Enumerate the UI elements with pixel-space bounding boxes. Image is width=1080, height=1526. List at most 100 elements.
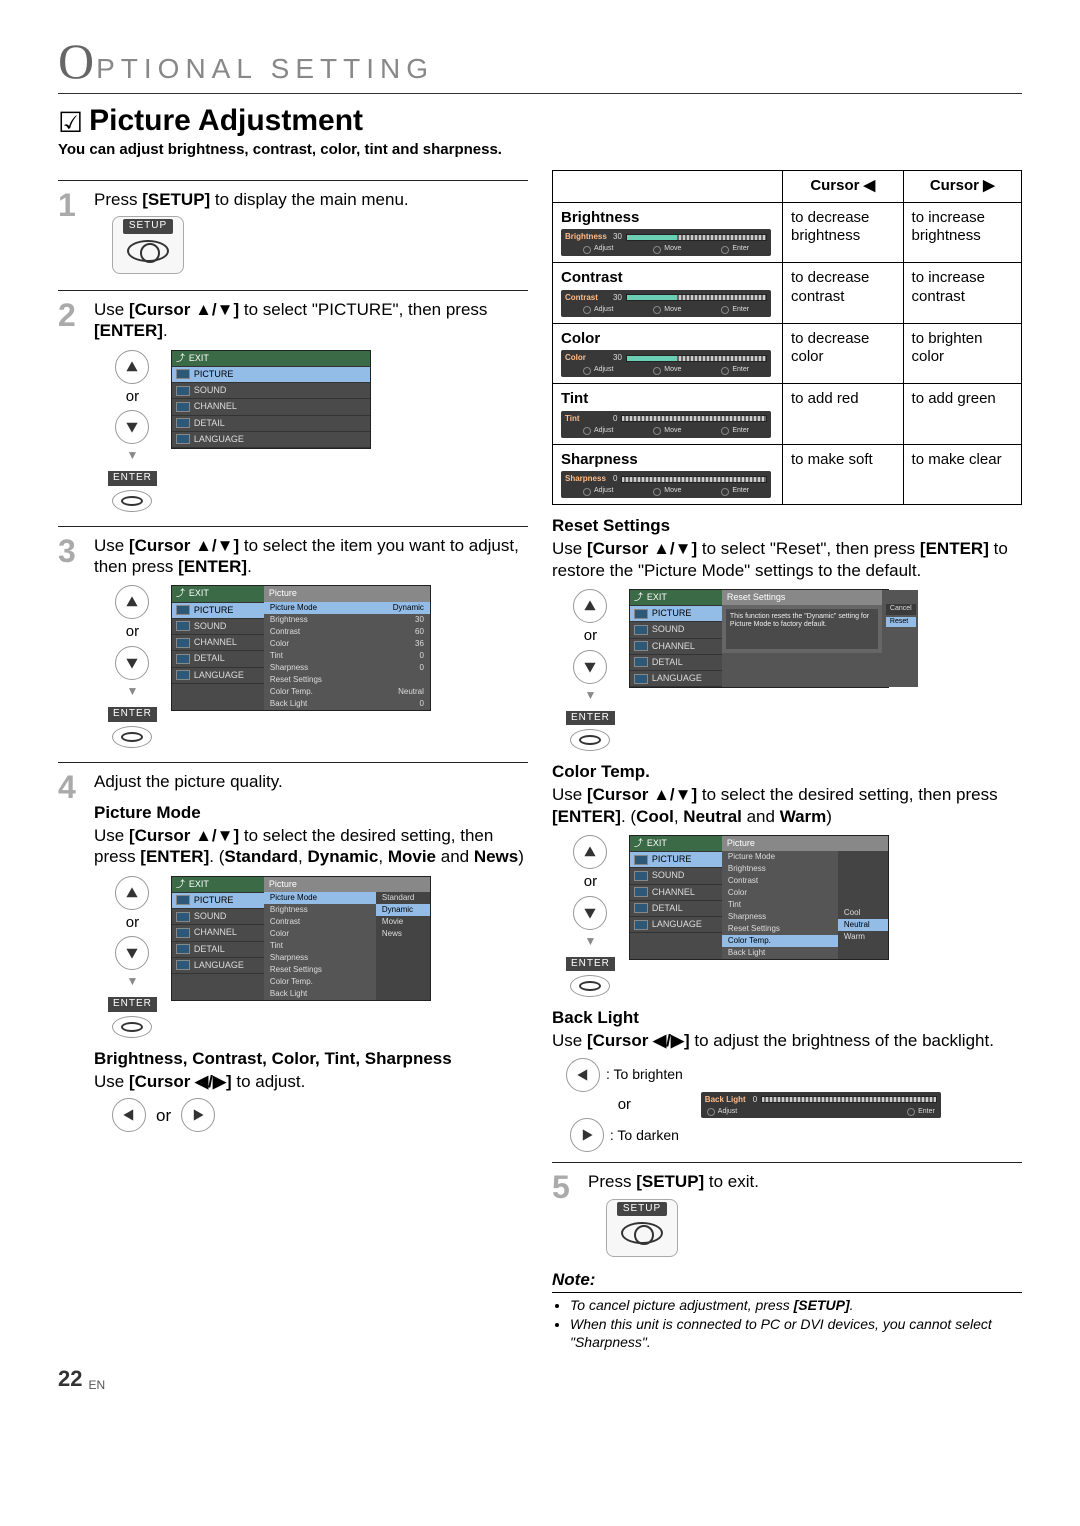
down-chevron-icon: ▼ xyxy=(127,448,139,463)
setup-button-graphic: SETUP xyxy=(606,1199,678,1257)
or-label: or xyxy=(126,914,139,933)
left-column: 1 Press [SETUP] to display the main menu… xyxy=(58,170,528,1354)
slider-contrast: Contrast30 AdjustMoveEnter xyxy=(561,290,771,317)
or-label: or xyxy=(126,623,139,642)
nav-graphic-ct: or ▼ ENTER ⤴ EXIT PICTURE SOUND CHANNEL … xyxy=(566,835,1022,997)
setup-label: SETUP xyxy=(617,1202,667,1217)
page-number: 22 xyxy=(58,1365,82,1393)
backlight-desc: Use [Cursor ◀/▶] to adjust the brightnes… xyxy=(552,1030,1022,1051)
setup-eye-icon xyxy=(621,1222,663,1244)
step-4: 4 Adjust the picture quality. Picture Mo… xyxy=(58,762,528,1139)
osd-item: PICTURE xyxy=(172,367,370,383)
table-row: Color Color30 AdjustMoveEnter to decreas… xyxy=(553,323,1022,384)
enter-button-icon xyxy=(112,726,152,748)
up-arrow-icon xyxy=(115,585,149,619)
or-label: or xyxy=(126,388,139,407)
osd-item: SOUND xyxy=(172,383,370,399)
up-arrow-icon xyxy=(573,835,607,869)
slider-brightness: Brightness30 AdjustMoveEnter xyxy=(561,229,771,256)
osd-colortemp: ⤴ EXIT PICTURE SOUND CHANNEL DETAIL LANG… xyxy=(629,835,889,960)
setup-label: SETUP xyxy=(123,219,173,234)
picture-mode-desc: Use [Cursor ▲/▼] to select the desired s… xyxy=(94,825,528,868)
backlight-graphic: : To brighten or : To darken Back Light0… xyxy=(566,1058,1022,1153)
osd-item: DETAIL xyxy=(172,416,370,432)
nav-graphic-pm: or ▼ ENTER ⤴ EXIT PICTURE SOUND CHANNEL … xyxy=(108,876,528,1038)
enter-button-icon xyxy=(570,729,610,751)
reset-heading: Reset Settings xyxy=(552,515,1022,536)
down-arrow-icon xyxy=(573,896,607,930)
or-label: or xyxy=(584,627,597,646)
step-1-text: Press [SETUP] to display the main menu. xyxy=(94,190,409,209)
note-item: To cancel picture adjustment, press [SET… xyxy=(570,1297,1022,1315)
step-num-4: 4 xyxy=(58,771,86,1139)
slider-color: Color30 AdjustMoveEnter xyxy=(561,350,771,377)
colortemp-heading: Color Temp. xyxy=(552,761,1022,782)
down-arrow-icon xyxy=(115,410,149,444)
osd-picture-items: ⤴ EXIT PICTURE SOUND CHANNEL DETAIL LANG… xyxy=(171,585,431,710)
note-item: When this unit is connected to PC or DVI… xyxy=(570,1316,1022,1351)
slider-sharpness: Sharpness0 AdjustMoveEnter xyxy=(561,471,771,498)
colortemp-desc: Use [Cursor ▲/▼] to select the desired s… xyxy=(552,784,1022,827)
nav-graphic-reset: or ▼ ENTER ⤴ EXIT PICTURE SOUND CHANNEL … xyxy=(566,589,1022,751)
enter-button-icon xyxy=(570,975,610,997)
step-num-2: 2 xyxy=(58,299,86,516)
step-3: 3 Use [Cursor ▲/▼] to select the item yo… xyxy=(58,526,528,752)
bcct-heading: Brightness, Contrast, Color, Tint, Sharp… xyxy=(94,1048,528,1069)
down-chevron-icon: ▼ xyxy=(127,684,139,699)
nav-graphic-3: or ▼ ENTER ⤴ EXIT PICTURE SOUND CHANNEL … xyxy=(108,585,528,747)
table-row: Sharpness Sharpness0 AdjustMoveEnter to … xyxy=(553,444,1022,505)
th-cursor-right: Cursor ▶ xyxy=(903,170,1021,202)
bcct-desc: Use [Cursor ◀/▶] to adjust. xyxy=(94,1071,528,1092)
osd-picture-mode: ⤴ EXIT PICTURE SOUND CHANNEL DETAIL LANG… xyxy=(171,876,431,1001)
down-arrow-icon xyxy=(115,936,149,970)
down-arrow-icon xyxy=(573,650,607,684)
section-header: O PTIONAL SETTING xyxy=(58,30,1022,94)
lr-nav-graphic: or xyxy=(112,1098,528,1132)
enter-button-icon xyxy=(112,490,152,512)
picture-mode-heading: Picture Mode xyxy=(94,802,528,823)
table-row: Contrast Contrast30 AdjustMoveEnter to d… xyxy=(553,263,1022,324)
step-1: 1 Press [SETUP] to display the main menu… xyxy=(58,180,528,280)
left-arrow-icon xyxy=(566,1058,600,1092)
down-chevron-icon: ▼ xyxy=(127,974,139,989)
note-list: To cancel picture adjustment, press [SET… xyxy=(552,1297,1022,1352)
setup-eye-icon xyxy=(127,240,169,262)
step-5: 5 Press [SETUP] to exit. SETUP xyxy=(552,1162,1022,1262)
down-chevron-icon: ▼ xyxy=(585,688,597,703)
step-4-text: Adjust the picture quality. xyxy=(94,772,283,791)
th-cursor-left: Cursor ◀ xyxy=(783,170,904,202)
enter-label: ENTER xyxy=(108,997,157,1012)
slider-tint: Tint0 AdjustMoveEnter xyxy=(561,411,771,438)
or-label: or xyxy=(618,1096,631,1115)
step-2-text: Use [Cursor ▲/▼] to select "PICTURE", th… xyxy=(94,300,487,340)
step-3-text: Use [Cursor ▲/▼] to select the item you … xyxy=(94,536,519,576)
right-arrow-icon xyxy=(570,1118,604,1152)
step-num-3: 3 xyxy=(58,535,86,752)
nav-graphic-2: or ▼ ENTER ⤴ EXIT PICTURE SOUND CHANNEL … xyxy=(108,350,528,512)
backlight-right-label: : To darken xyxy=(610,1127,679,1145)
page-footer: 22 EN xyxy=(58,1365,1022,1393)
enter-label: ENTER xyxy=(566,711,615,726)
step-num-5: 5 xyxy=(552,1171,580,1262)
note-heading: Note: xyxy=(552,1269,1022,1293)
enter-label: ENTER xyxy=(108,707,157,722)
step-5-text: Press [SETUP] to exit. xyxy=(588,1172,759,1191)
adjustment-table: Cursor ◀Cursor ▶ Brightness Brightness30… xyxy=(552,170,1022,505)
osd-item: CHANNEL xyxy=(172,399,370,415)
page-subtitle: You can adjust brightness, contrast, col… xyxy=(58,141,1022,160)
checkbox-icon: ☑ xyxy=(58,105,83,140)
right-column: Cursor ◀Cursor ▶ Brightness Brightness30… xyxy=(552,170,1022,1354)
page-title-row: ☑ Picture Adjustment xyxy=(58,102,1022,140)
header-rest: PTIONAL SETTING xyxy=(96,51,434,86)
up-arrow-icon xyxy=(115,350,149,384)
slider-backlight: Back Light0 AdjustEnter xyxy=(701,1092,941,1119)
osd-menu-picture: ⤴ EXIT PICTURE SOUND CHANNEL DETAIL LANG… xyxy=(171,350,371,450)
page-title: Picture Adjustment xyxy=(89,102,363,140)
backlight-left-label: : To brighten xyxy=(606,1066,683,1084)
reset-desc: Use [Cursor ▲/▼] to select "Reset", then… xyxy=(552,538,1022,581)
enter-label: ENTER xyxy=(566,957,615,972)
up-arrow-icon xyxy=(115,876,149,910)
osd-item: LANGUAGE xyxy=(172,432,370,448)
or-label: or xyxy=(584,873,597,892)
or-label: or xyxy=(156,1105,171,1126)
